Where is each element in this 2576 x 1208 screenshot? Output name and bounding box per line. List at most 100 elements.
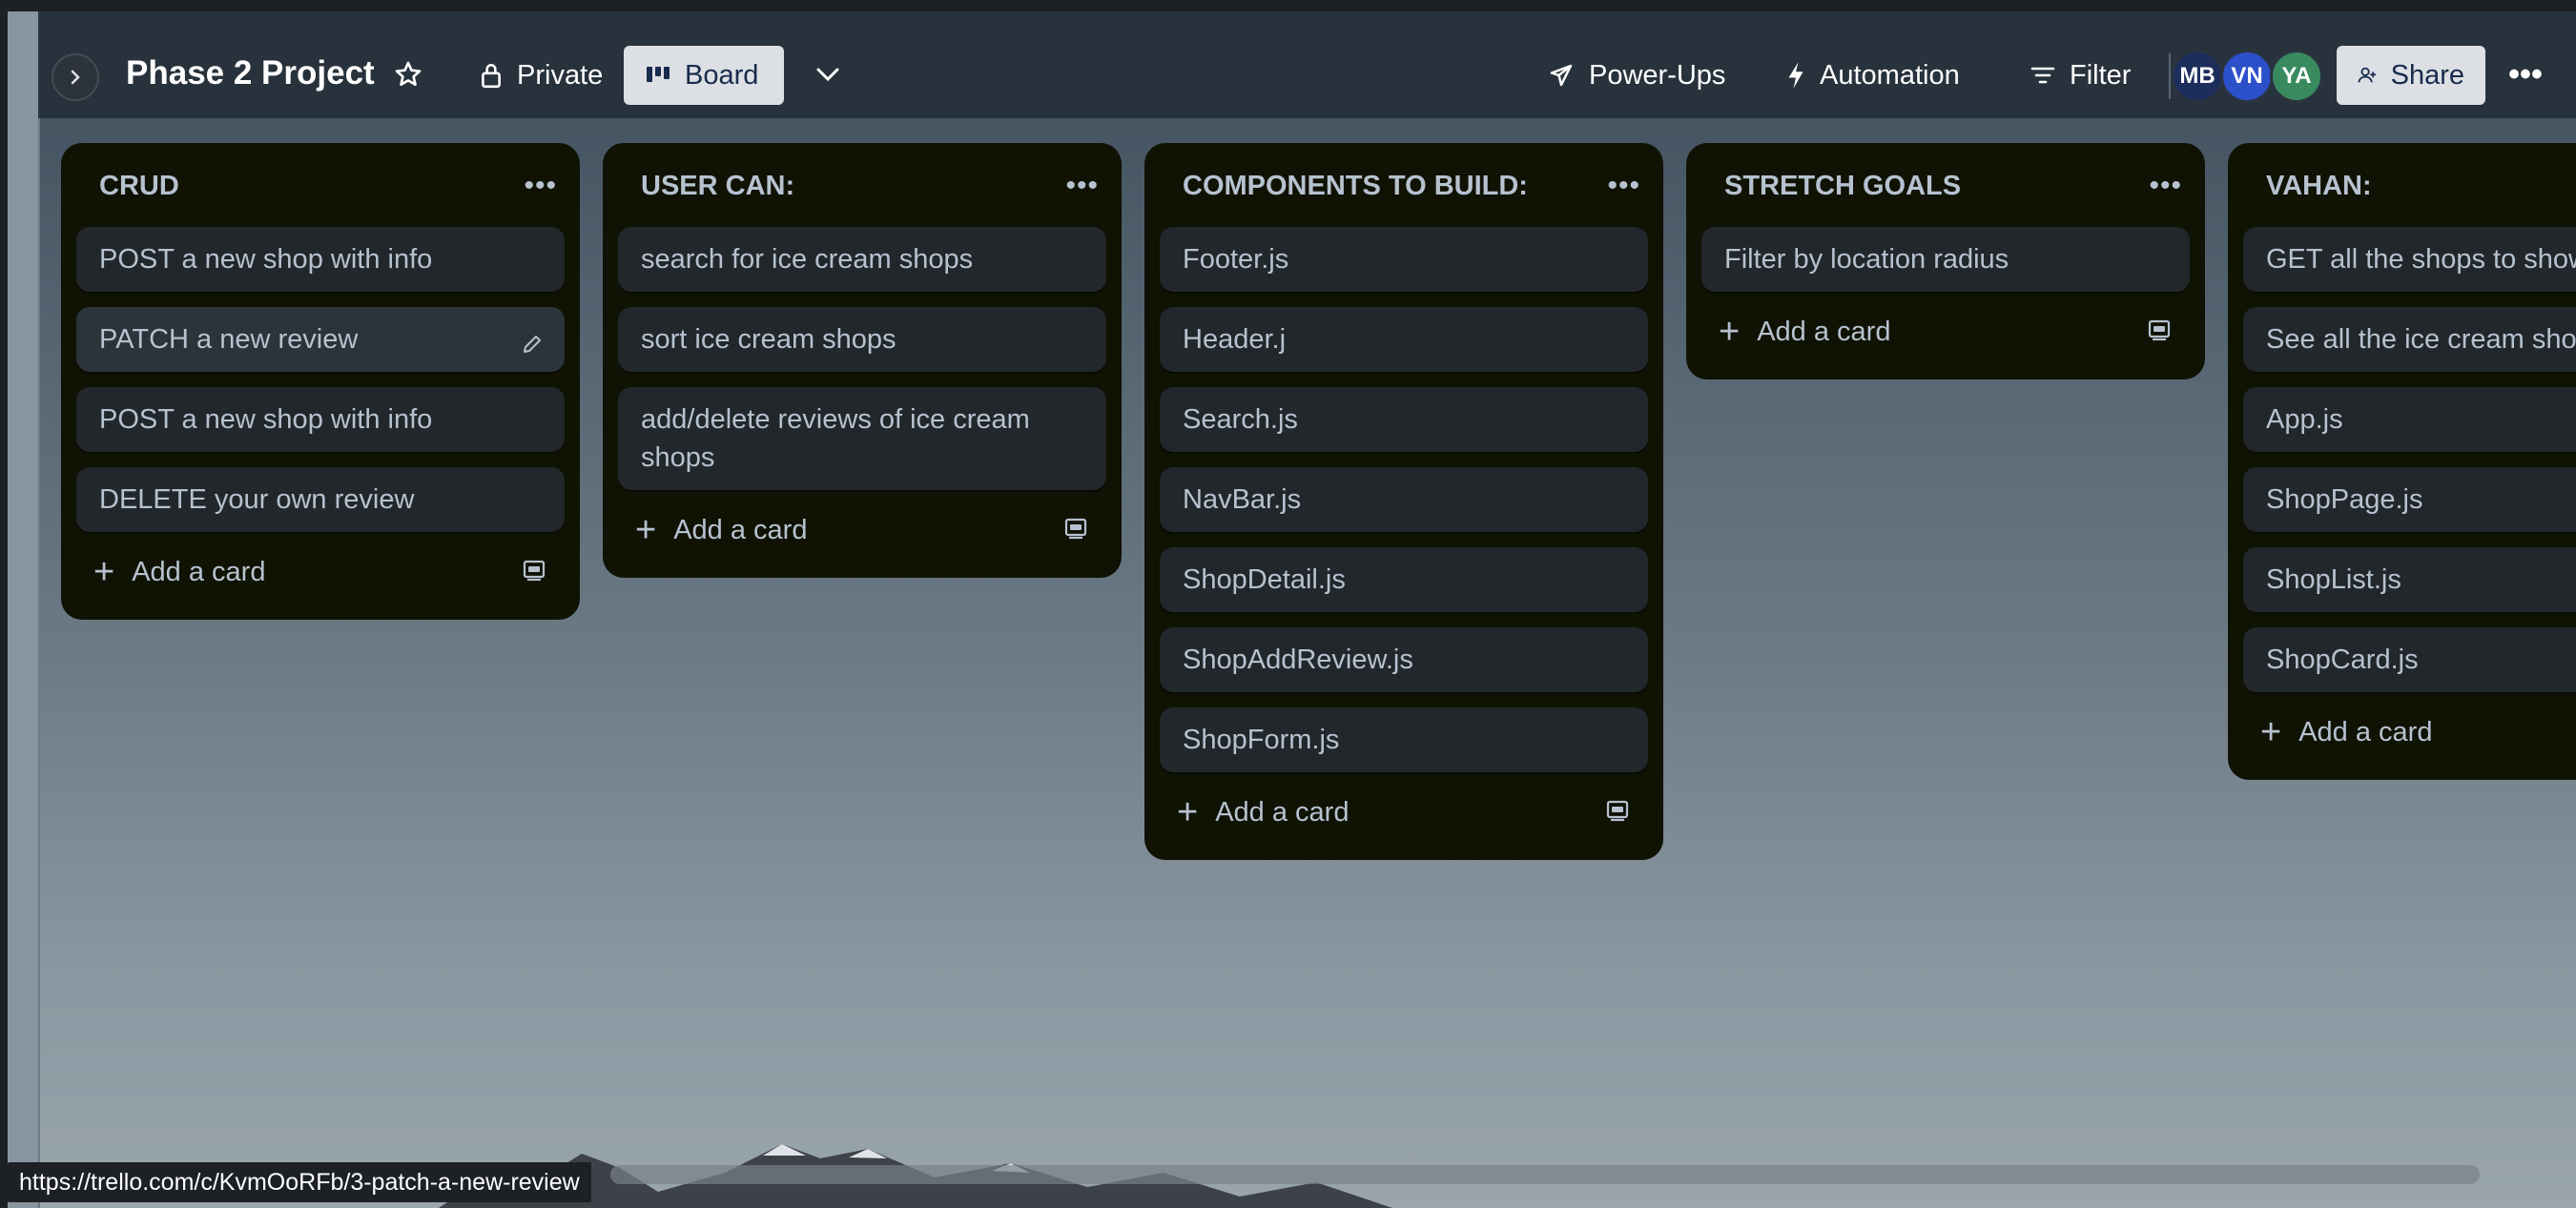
add-card-button[interactable]: + Add a card [2260,712,2433,752]
share-button[interactable]: Share [2337,46,2485,105]
star-icon [395,61,422,86]
power-ups-label: Power-Ups [1589,59,1726,91]
rocket-icon [1550,64,1573,87]
board-view-label: Board [685,59,759,91]
card[interactable]: add/delete reviews of ice cream shops [618,387,1106,490]
card[interactable]: ShopForm.js [1160,707,1648,772]
list-title[interactable]: COMPONENTS TO BUILD: [1183,171,1528,202]
lock-icon [482,63,501,89]
window-left-edge [0,0,8,1208]
pencil-icon[interactable] [521,328,544,366]
filter-button[interactable]: Filter [2009,46,2152,105]
chevron-right-icon [71,70,80,85]
more-icon[interactable]: ••• [1607,170,1640,202]
list-title[interactable]: STRETCH GOALS [1724,171,1961,202]
list-title[interactable]: VAHAN: [2266,171,2372,202]
card[interactable]: GET all the shops to show [2243,227,2576,292]
visibility-label: Private [517,59,604,91]
star-board-button[interactable] [381,48,435,101]
add-card-row: + Add a card [1701,303,2190,360]
list-crud: CRUD ••• POST a new shop with info PATCH… [61,143,580,620]
list-header: USER CAN: ••• [618,162,1106,210]
add-card-button[interactable]: + Add a card [93,552,266,592]
visibility-button[interactable]: Private [458,46,624,105]
card[interactable]: ShopPage.js [2243,467,2576,532]
member-avatar[interactable]: VN [2220,50,2274,103]
plus-icon: + [93,552,115,592]
template-icon[interactable] [1604,798,1631,828]
board-menu-button[interactable]: ••• [2499,48,2552,101]
power-ups-button[interactable]: Power-Ups [1526,46,1746,105]
plus-icon: + [1177,792,1199,832]
template-icon[interactable] [2146,317,2173,347]
card[interactable]: DELETE your own review [76,467,565,532]
add-card-label: Add a card [132,556,266,587]
add-person-icon [2358,67,2377,83]
card[interactable]: search for ice cream shops [618,227,1106,292]
automation-button[interactable]: Automation [1764,46,1981,105]
link-status-bar: https://trello.com/c/KvmOoRFb/3-patch-a-… [8,1162,591,1202]
card[interactable]: POST a new shop with info [76,387,565,452]
card[interactable]: sort ice cream shops [618,307,1106,372]
add-card-label: Add a card [1215,796,1350,828]
more-icon: ••• [2508,55,2543,92]
list-header: COMPONENTS TO BUILD: ••• [1160,162,1648,210]
add-card-label: Add a card [673,514,808,545]
card[interactable]: Search.js [1160,387,1648,452]
list-header: VAHAN: [2243,162,2576,210]
card[interactable]: ShopAddReview.js [1160,627,1648,692]
card[interactable]: PATCH a new review [76,307,565,372]
member-avatar[interactable]: YA [2270,50,2323,103]
board-view-icon [647,67,670,82]
more-icon[interactable]: ••• [524,170,557,202]
card[interactable]: ShopDetail.js [1160,547,1648,612]
share-label: Share [2390,59,2464,91]
list-stretch-goals: STRETCH GOALS ••• Filter by location rad… [1686,143,2205,379]
plus-icon: + [2260,712,2282,752]
plus-icon: + [635,510,657,550]
list-components-to-build: COMPONENTS TO BUILD: ••• Footer.js Heade… [1144,143,1663,860]
add-card-row: + Add a card [2243,704,2576,761]
card-title: PATCH a new review [99,324,359,355]
add-card-label: Add a card [2298,716,2433,747]
list-user-can: USER CAN: ••• search for ice cream shops… [603,143,1122,578]
card[interactable]: POST a new shop with info [76,227,565,292]
list-header: CRUD ••• [76,162,565,210]
list-header: STRETCH GOALS ••• [1701,162,2190,210]
card[interactable]: Footer.js [1160,227,1648,292]
add-card-row: + Add a card [618,502,1106,559]
chevron-down-icon [816,68,839,82]
more-icon[interactable]: ••• [2149,170,2182,202]
automation-label: Automation [1820,59,1960,91]
card[interactable]: Filter by location radius [1701,227,2190,292]
board-header: Phase 2 Project Private Board Power-Ups … [38,11,2576,118]
list-title[interactable]: CRUD [99,171,179,202]
plus-icon: + [1719,312,1741,352]
add-card-button[interactable]: + Add a card [1719,312,1891,352]
card[interactable]: See all the ice cream sho [2243,307,2576,372]
add-card-row: + Add a card [76,543,565,601]
member-avatar[interactable]: MB [2171,50,2224,103]
board-horizontal-scrollbar[interactable] [610,1165,2480,1184]
filter-icon [2030,67,2055,84]
add-card-row: + Add a card [1160,784,1648,841]
add-card-button[interactable]: + Add a card [635,510,808,550]
add-card-button[interactable]: + Add a card [1177,792,1350,832]
card[interactable]: ShopCard.js [2243,627,2576,692]
window-top-edge [0,0,2576,11]
more-icon[interactable]: ••• [1065,170,1099,202]
template-icon[interactable] [1062,516,1089,545]
card[interactable]: Header.j [1160,307,1648,372]
card[interactable]: ShopList.js [2243,547,2576,612]
board-title[interactable]: Phase 2 Project [126,54,375,92]
card[interactable]: App.js [2243,387,2576,452]
lightning-icon [1788,62,1803,89]
board-view-button[interactable]: Board [624,46,784,105]
view-switcher-button[interactable] [801,48,855,101]
add-card-label: Add a card [1757,316,1891,347]
template-icon[interactable] [521,558,547,587]
card[interactable]: NavBar.js [1160,467,1648,532]
list-vahan: VAHAN: GET all the shops to show See all… [2228,143,2576,780]
list-title[interactable]: USER CAN: [641,171,794,202]
expand-sidebar-button[interactable] [52,53,99,101]
